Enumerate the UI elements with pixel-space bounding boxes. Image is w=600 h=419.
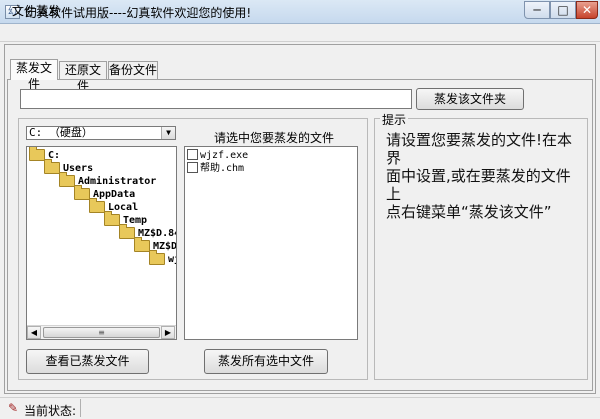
folder-icon: [89, 198, 105, 213]
scroll-right-icon[interactable]: ▶: [161, 326, 175, 339]
status-value: [80, 399, 594, 417]
close-button[interactable]: ✕: [576, 1, 598, 19]
drive-select-value: C: （硬盘）: [29, 126, 93, 139]
maximize-button[interactable]: □: [550, 1, 576, 19]
path-input[interactable]: [20, 89, 412, 109]
tab-backup-file[interactable]: 备份文件: [108, 61, 158, 79]
folder-icon: [59, 172, 75, 187]
folder-icon: [74, 185, 90, 200]
tree-horizontal-scrollbar[interactable]: ◀ ≡ ▶: [27, 325, 176, 339]
menu-bar: [0, 24, 600, 42]
tab-evaporate-file[interactable]: 蒸发文件: [10, 59, 58, 91]
hint-line: 请设置您要蒸发的文件!在本界: [386, 131, 573, 167]
folder-icon: [149, 250, 165, 265]
tab-restore-file[interactable]: 还原文件: [59, 61, 107, 93]
hint-line: 点右键菜单“蒸发该文件”: [386, 203, 552, 221]
hint-line: 面中设置,或在要蒸发的文件上: [386, 167, 571, 203]
hint-text: 请设置您要蒸发的文件!在本界 面中设置,或在要蒸发的文件上 点右键菜单“蒸发该文…: [386, 131, 582, 221]
checkbox[interactable]: [187, 161, 198, 173]
file-list[interactable]: wjzf.exe 帮助.chm: [184, 146, 358, 340]
view-evaporated-button[interactable]: 查看已蒸发文件: [26, 349, 149, 374]
minimize-button[interactable]: ─: [524, 1, 550, 19]
scroll-left-icon[interactable]: ◀: [27, 326, 41, 339]
folder-icon: [104, 211, 120, 226]
folder-icon: [119, 224, 135, 239]
pencil-icon: ✎: [8, 401, 19, 415]
folder-icon: [29, 147, 45, 161]
scroll-thumb[interactable]: ≡: [43, 327, 160, 338]
tree-item[interactable]: wj: [149, 250, 176, 269]
folder-icon: [134, 237, 150, 252]
file-list-header: 请选中您要蒸发的文件: [213, 131, 334, 145]
drive-select[interactable]: C: （硬盘） ▼: [26, 126, 176, 140]
folder-icon: [44, 159, 60, 174]
evaporate-selected-button[interactable]: 蒸发所有选中文件: [204, 349, 328, 374]
menu-item-file-evaporate[interactable]: 文件蒸发: [12, 2, 60, 19]
folder-tree[interactable]: C: Users Administrator AppData Local Tem…: [26, 146, 177, 340]
chevron-down-icon[interactable]: ▼: [161, 127, 175, 139]
evaporate-folder-button[interactable]: 蒸发该文件夹: [416, 88, 524, 110]
list-item[interactable]: 帮助.chm: [187, 161, 244, 176]
hint-title: 提示: [380, 111, 409, 128]
checkbox[interactable]: [187, 148, 198, 160]
status-label: 当前状态:: [24, 404, 77, 418]
